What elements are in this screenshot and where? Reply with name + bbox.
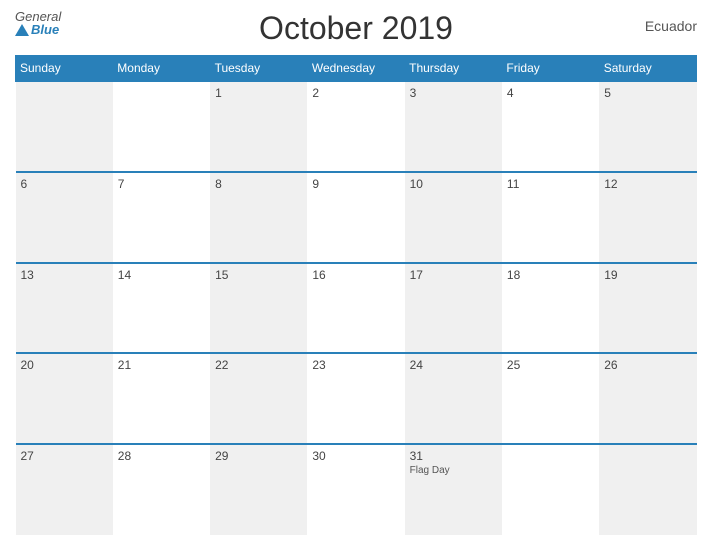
day-number: 23 — [312, 358, 399, 372]
calendar-cell: 24 — [405, 353, 502, 444]
day-number: 25 — [507, 358, 594, 372]
day-number: 4 — [507, 86, 594, 100]
logo-blue-text: Blue — [15, 23, 61, 36]
day-number: 14 — [118, 268, 205, 282]
day-number: 30 — [312, 449, 399, 463]
calendar-cell: 7 — [113, 172, 210, 263]
day-number: 29 — [215, 449, 302, 463]
calendar-cell: 14 — [113, 263, 210, 354]
event-label: Flag Day — [410, 465, 497, 476]
day-number: 5 — [604, 86, 691, 100]
day-number: 26 — [604, 358, 691, 372]
calendar-cell: 26 — [599, 353, 696, 444]
calendar-cell: 9 — [307, 172, 404, 263]
day-number: 17 — [410, 268, 497, 282]
calendar-title: October 2019 — [259, 10, 453, 47]
calendar-cell: 31 Flag Day — [405, 444, 502, 535]
day-number: 13 — [21, 268, 108, 282]
calendar-cell — [113, 81, 210, 172]
calendar-table: Sunday Monday Tuesday Wednesday Thursday… — [15, 55, 697, 535]
header-thursday: Thursday — [405, 56, 502, 82]
week-row-3: 13 14 15 16 17 18 19 — [16, 263, 697, 354]
calendar-cell: 27 — [16, 444, 113, 535]
day-number: 28 — [118, 449, 205, 463]
calendar-cell: 12 — [599, 172, 696, 263]
calendar-cell: 2 — [307, 81, 404, 172]
calendar-cell — [16, 81, 113, 172]
day-number: 16 — [312, 268, 399, 282]
day-number: 3 — [410, 86, 497, 100]
week-row-2: 6789 10 11 12 — [16, 172, 697, 263]
day-number: 27 — [21, 449, 108, 463]
calendar-cell: 25 — [502, 353, 599, 444]
header-tuesday: Tuesday — [210, 56, 307, 82]
day-number: 20 — [21, 358, 108, 372]
day-number: 22 — [215, 358, 302, 372]
calendar-cell — [502, 444, 599, 535]
calendar-cell: 11 — [502, 172, 599, 263]
day-number: 10 — [410, 177, 497, 191]
calendar-header: General Blue October 2019 Ecuador — [15, 10, 697, 47]
calendar-cell: 29 — [210, 444, 307, 535]
calendar-cell: 17 — [405, 263, 502, 354]
calendar-cell: 20 — [16, 353, 113, 444]
calendar-cell: 30 — [307, 444, 404, 535]
country-label: Ecuador — [645, 18, 697, 34]
day-number: 18 — [507, 268, 594, 282]
calendar-cell: 13 — [16, 263, 113, 354]
calendar-cell: 5 — [599, 81, 696, 172]
header-friday: Friday — [502, 56, 599, 82]
week-row-5: 27 28 29 30 31 Flag Day — [16, 444, 697, 535]
calendar-cell: 21 — [113, 353, 210, 444]
calendar-cell: 1 — [210, 81, 307, 172]
day-number: 21 — [118, 358, 205, 372]
calendar-cell: 6 — [16, 172, 113, 263]
calendar-cell: 3 — [405, 81, 502, 172]
week-row-1: 12345 — [16, 81, 697, 172]
day-number: 31 — [410, 449, 497, 463]
calendar-cell: 22 — [210, 353, 307, 444]
day-number: 7 — [118, 177, 205, 191]
calendar-container: General Blue October 2019 Ecuador Sunday… — [0, 0, 712, 550]
day-number: 2 — [312, 86, 399, 100]
week-row-4: 20 21 22 23 24 25 26 — [16, 353, 697, 444]
logo: General Blue — [15, 10, 61, 36]
calendar-cell: 28 — [113, 444, 210, 535]
day-number: 1 — [215, 86, 302, 100]
day-number: 15 — [215, 268, 302, 282]
calendar-cell: 23 — [307, 353, 404, 444]
day-number: 8 — [215, 177, 302, 191]
day-number: 24 — [410, 358, 497, 372]
day-number: 19 — [604, 268, 691, 282]
logo-triangle-icon — [15, 24, 29, 36]
calendar-cell: 15 — [210, 263, 307, 354]
calendar-cell: 19 — [599, 263, 696, 354]
calendar-cell — [599, 444, 696, 535]
header-saturday: Saturday — [599, 56, 696, 82]
header-wednesday: Wednesday — [307, 56, 404, 82]
header-sunday: Sunday — [16, 56, 113, 82]
header-monday: Monday — [113, 56, 210, 82]
calendar-cell: 8 — [210, 172, 307, 263]
day-number: 12 — [604, 177, 691, 191]
calendar-cell: 16 — [307, 263, 404, 354]
day-number: 11 — [507, 177, 594, 191]
weekday-header-row: Sunday Monday Tuesday Wednesday Thursday… — [16, 56, 697, 82]
day-number: 9 — [312, 177, 399, 191]
calendar-cell: 10 — [405, 172, 502, 263]
calendar-cell: 4 — [502, 81, 599, 172]
calendar-cell: 18 — [502, 263, 599, 354]
day-number: 6 — [21, 177, 108, 191]
